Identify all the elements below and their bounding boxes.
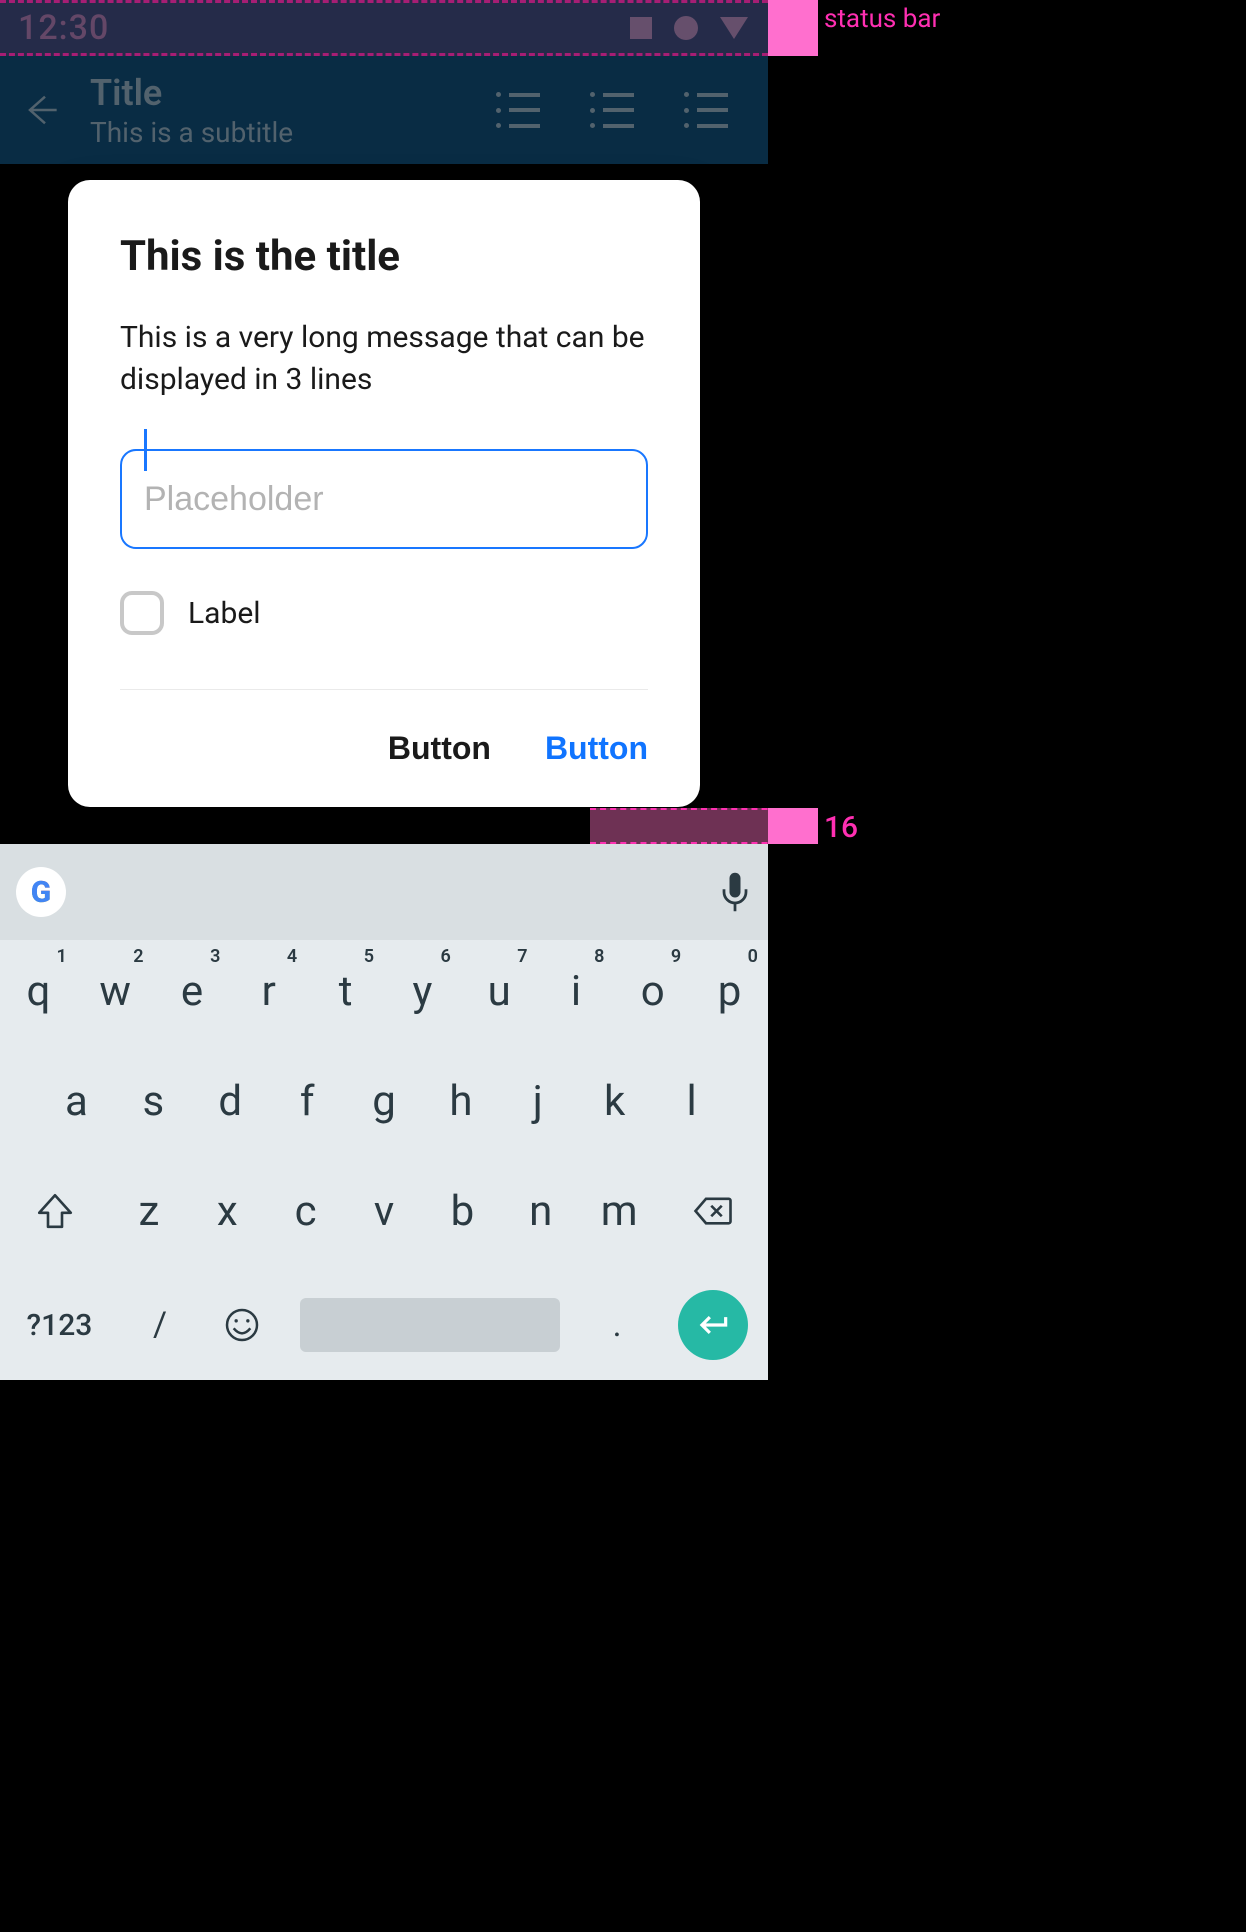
app-bar: Title This is a subtitle xyxy=(0,56,768,164)
key-x[interactable]: x xyxy=(188,1160,266,1262)
google-logo-icon[interactable]: G xyxy=(16,867,66,917)
appbar-titles: Title This is a subtitle xyxy=(90,72,293,149)
status-time: 12:30 xyxy=(18,8,109,48)
key-i[interactable]: i8 xyxy=(538,940,615,1042)
status-bar: 12:30 xyxy=(0,0,768,56)
key-h[interactable]: h xyxy=(422,1050,499,1152)
appbar-subtitle: This is a subtitle xyxy=(90,116,293,149)
key-b[interactable]: b xyxy=(423,1160,501,1262)
triangle-down-icon xyxy=(720,17,748,39)
key-shift[interactable] xyxy=(0,1160,110,1262)
key-f[interactable]: f xyxy=(269,1050,346,1152)
key-y[interactable]: y6 xyxy=(384,940,461,1042)
dialog-secondary-button[interactable]: Button xyxy=(388,730,491,767)
key-j[interactable]: j xyxy=(499,1050,576,1152)
circle-icon xyxy=(674,16,698,40)
key-e[interactable]: e3 xyxy=(154,940,231,1042)
dialog: This is the title This is a very long me… xyxy=(68,180,700,807)
key-g[interactable]: g xyxy=(346,1050,423,1152)
checkbox-label: Label xyxy=(188,596,261,631)
dialog-message: This is a very long message that can be … xyxy=(120,317,648,401)
phone-frame: 12:30 Title This is a subtitle xyxy=(0,0,768,1932)
key-r[interactable]: r4 xyxy=(230,940,307,1042)
key-z[interactable]: z xyxy=(110,1160,188,1262)
key-m[interactable]: m xyxy=(580,1160,658,1262)
appbar-title: Title xyxy=(90,72,293,114)
soft-keyboard: G q1w2e3r4t5y6u7i8o9p0 asdfghjkl zxcvbnm xyxy=(0,844,768,1380)
text-caret xyxy=(144,429,147,471)
key-v[interactable]: v xyxy=(345,1160,423,1262)
key-t[interactable]: t5 xyxy=(307,940,384,1042)
list-icon-1[interactable] xyxy=(496,92,540,128)
status-bar-annotation-label: status bar xyxy=(824,4,940,35)
status-bar-annotation-tag xyxy=(768,0,818,56)
keyboard-suggestion-bar: G xyxy=(0,844,768,940)
key-d[interactable]: d xyxy=(192,1050,269,1152)
key-w[interactable]: w2 xyxy=(77,940,154,1042)
dialog-actions: Button Button xyxy=(120,730,648,767)
dialog-title: This is the title xyxy=(120,232,648,281)
list-icon-2[interactable] xyxy=(590,92,634,128)
key-k[interactable]: k xyxy=(576,1050,653,1152)
key-p[interactable]: p0 xyxy=(691,940,768,1042)
back-button[interactable] xyxy=(0,56,80,164)
key-s[interactable]: s xyxy=(115,1050,192,1152)
key-slash[interactable]: / xyxy=(119,1274,201,1376)
key-emoji[interactable] xyxy=(201,1274,283,1376)
key-a[interactable]: a xyxy=(38,1050,115,1152)
dialog-text-input[interactable] xyxy=(120,449,648,549)
key-u[interactable]: u7 xyxy=(461,940,538,1042)
list-icon-3[interactable] xyxy=(684,92,728,128)
arrow-left-icon xyxy=(20,90,60,130)
appbar-actions xyxy=(496,92,768,128)
key-backspace[interactable] xyxy=(658,1160,768,1262)
spacing-annotation-label: 16 xyxy=(824,810,858,845)
key-enter[interactable] xyxy=(658,1274,768,1376)
key-o[interactable]: o9 xyxy=(614,940,691,1042)
dialog-primary-button[interactable]: Button xyxy=(545,730,648,767)
key-n[interactable]: n xyxy=(502,1160,580,1262)
key-period[interactable]: . xyxy=(576,1274,658,1376)
key-space[interactable] xyxy=(283,1274,576,1376)
square-icon xyxy=(630,17,652,39)
dialog-divider xyxy=(120,689,648,690)
key-c[interactable]: c xyxy=(266,1160,344,1262)
status-icons xyxy=(630,16,748,40)
key-q[interactable]: q1 xyxy=(0,940,77,1042)
checkbox-row[interactable]: Label xyxy=(120,591,648,635)
mic-icon[interactable] xyxy=(718,870,752,914)
checkbox-icon[interactable] xyxy=(120,591,164,635)
key-symbols[interactable]: ?123 xyxy=(0,1274,119,1376)
spacing-annotation-tag xyxy=(768,808,818,844)
key-l[interactable]: l xyxy=(653,1050,730,1152)
